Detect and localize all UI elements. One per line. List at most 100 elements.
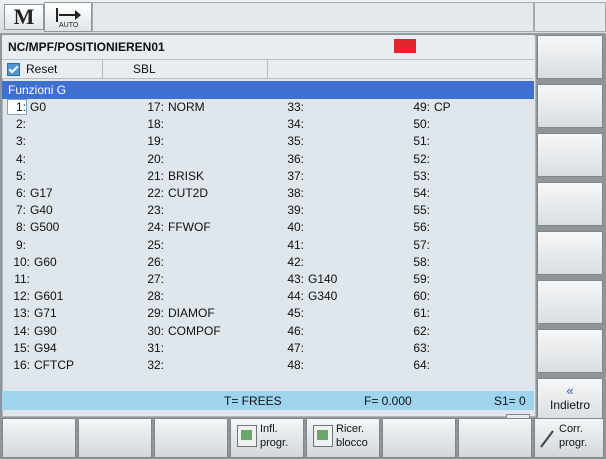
g-function-cell[interactable]: 62: [402, 324, 522, 338]
g-function-cell[interactable]: 43: G140 [272, 272, 392, 286]
header-right-area [534, 2, 606, 32]
g-function-cell[interactable]: 1: G0 [6, 99, 126, 115]
g-function-cell[interactable]: 5: [6, 169, 126, 183]
g-function-number: 32: [147, 358, 164, 372]
g-function-number: 7: [15, 203, 26, 218]
g-function-cell[interactable]: 40: [272, 220, 392, 234]
g-function-cell[interactable]: 23: [136, 203, 256, 217]
g-function-cell[interactable]: 61: [402, 306, 522, 320]
g-function-cell[interactable]: 31: [136, 341, 256, 355]
g-function-cell[interactable]: 13: G71 [6, 306, 126, 320]
g-function-cell[interactable]: 44: G340 [272, 289, 392, 303]
horizontal-softkey-2[interactable] [78, 418, 152, 458]
g-function-name: G0 [30, 100, 47, 114]
g-function-cell[interactable]: 49: CP [402, 100, 522, 114]
g-function-cell[interactable]: 21: BRISK [136, 169, 256, 183]
g-function-number: 23: [147, 203, 164, 218]
g-function-cell[interactable]: 39: [272, 203, 392, 217]
g-function-cell[interactable]: 25: [136, 238, 256, 252]
pencil-icon [540, 430, 554, 448]
g-function-cell[interactable]: 29: DIAMOF [136, 306, 256, 320]
g-function-cell[interactable]: 54: [402, 186, 522, 200]
g-function-cell[interactable]: 60: [402, 289, 522, 303]
back-button[interactable]: « Indietro [537, 378, 603, 422]
g-function-cell[interactable]: 48: [272, 358, 392, 372]
tool-status: T= FREES [224, 394, 282, 408]
g-function-cell[interactable]: 19: [136, 134, 256, 148]
vertical-softkey-4[interactable] [537, 182, 603, 226]
g-function-cell[interactable]: 38: [272, 186, 392, 200]
g-function-cell[interactable]: 37: [272, 169, 392, 183]
g-function-cell[interactable]: 35: [272, 134, 392, 148]
status-bar: T= FREES F= 0.000 S1= 0 [2, 391, 534, 410]
program-influence-line1: Infl. [260, 423, 278, 435]
g-function-cell[interactable]: 41: [272, 238, 392, 252]
g-function-cell[interactable]: 36: [272, 152, 392, 166]
g-function-number: 44: [287, 289, 304, 304]
g-function-cell[interactable]: 33: [272, 100, 392, 114]
horizontal-softkey-1[interactable] [2, 418, 76, 458]
horizontal-softkey-7[interactable] [458, 418, 532, 458]
g-function-cell[interactable]: 20: [136, 152, 256, 166]
vertical-softkey-7[interactable] [537, 329, 603, 373]
g-function-number: 63: [413, 340, 430, 355]
g-function-cell[interactable]: 6: G17 [6, 186, 126, 200]
g-function-number: 43: [287, 272, 304, 286]
g-function-cell[interactable]: 58: [402, 255, 522, 269]
g-function-cell[interactable]: 50: [402, 117, 522, 131]
g-function-cell[interactable]: 17: NORM [136, 100, 256, 114]
g-function-cell[interactable]: 24: FFWOF [136, 220, 256, 234]
machine-area-icon-label: M [13, 4, 35, 29]
g-function-cell[interactable]: 53: [402, 169, 522, 183]
vertical-softkey-6[interactable] [537, 280, 603, 324]
g-function-cell[interactable]: 14: G90 [6, 324, 126, 338]
vertical-softkey-5[interactable] [537, 231, 603, 275]
g-function-number: 62: [413, 323, 430, 338]
g-function-cell[interactable]: 9: [6, 238, 126, 252]
g-function-cell[interactable]: 42: [272, 255, 392, 269]
g-function-cell[interactable]: 16: CFTCP [6, 358, 126, 372]
g-function-cell[interactable]: 10: G60 [6, 255, 126, 269]
g-function-cell[interactable]: 52: [402, 152, 522, 166]
g-function-cell[interactable]: 47: [272, 341, 392, 355]
g-function-cell[interactable]: 56: [402, 220, 522, 234]
g-function-cell[interactable]: 18: [136, 117, 256, 131]
g-function-cell[interactable]: 28: [136, 289, 256, 303]
g-function-cell[interactable]: 45: [272, 306, 392, 320]
program-correct-button[interactable]: Corr. progr. [534, 418, 604, 458]
g-function-cell[interactable]: 34: [272, 117, 392, 131]
g-function-cell[interactable]: 2: [6, 117, 126, 131]
g-function-cell[interactable]: 64: [402, 358, 522, 372]
g-function-cell[interactable]: 26: [136, 255, 256, 269]
horizontal-softkey-3[interactable] [154, 418, 228, 458]
g-function-cell[interactable]: 7: G40 [6, 203, 126, 217]
g-function-cell[interactable]: 11: [6, 272, 126, 286]
g-function-cell[interactable]: 51: [402, 134, 522, 148]
g-function-cell[interactable]: 27: [136, 272, 256, 286]
program-influence-button[interactable]: Infl. progr. [230, 418, 304, 458]
g-function-cell[interactable]: 8: G500 [6, 220, 126, 234]
block-search-line1: Ricer. [336, 423, 365, 435]
g-function-cell[interactable]: 22: CUT2D [136, 186, 256, 200]
g-function-cell[interactable]: 4: [6, 152, 126, 166]
g-function-cell[interactable]: 57: [402, 238, 522, 252]
g-function-cell[interactable]: 63: [402, 341, 522, 355]
vertical-softkey-1[interactable] [537, 35, 603, 79]
g-function-cell[interactable]: 12: G601 [6, 289, 126, 303]
vertical-softkey-2[interactable] [537, 84, 603, 128]
auto-mode-icon[interactable]: AUTO [44, 2, 92, 32]
g-function-cell[interactable]: 59: [402, 272, 522, 286]
g-function-cell[interactable]: 30: COMPOF [136, 324, 256, 338]
g-function-number: 14: [13, 323, 30, 338]
block-search-button[interactable]: Ricer. blocco [306, 418, 380, 458]
horizontal-softkey-6[interactable] [382, 418, 456, 458]
g-function-cell[interactable]: 32: [136, 358, 256, 372]
g-function-cell[interactable]: 46: [272, 324, 392, 338]
machine-area-icon[interactable]: M [4, 4, 44, 30]
g-function-cell[interactable]: 55: [402, 203, 522, 217]
g-function-cell[interactable]: 15: G94 [6, 341, 126, 355]
g-function-number: 20: [147, 151, 164, 166]
g-function-name: CP [434, 100, 451, 114]
g-function-cell[interactable]: 3: [6, 134, 126, 148]
vertical-softkey-3[interactable] [537, 133, 603, 177]
